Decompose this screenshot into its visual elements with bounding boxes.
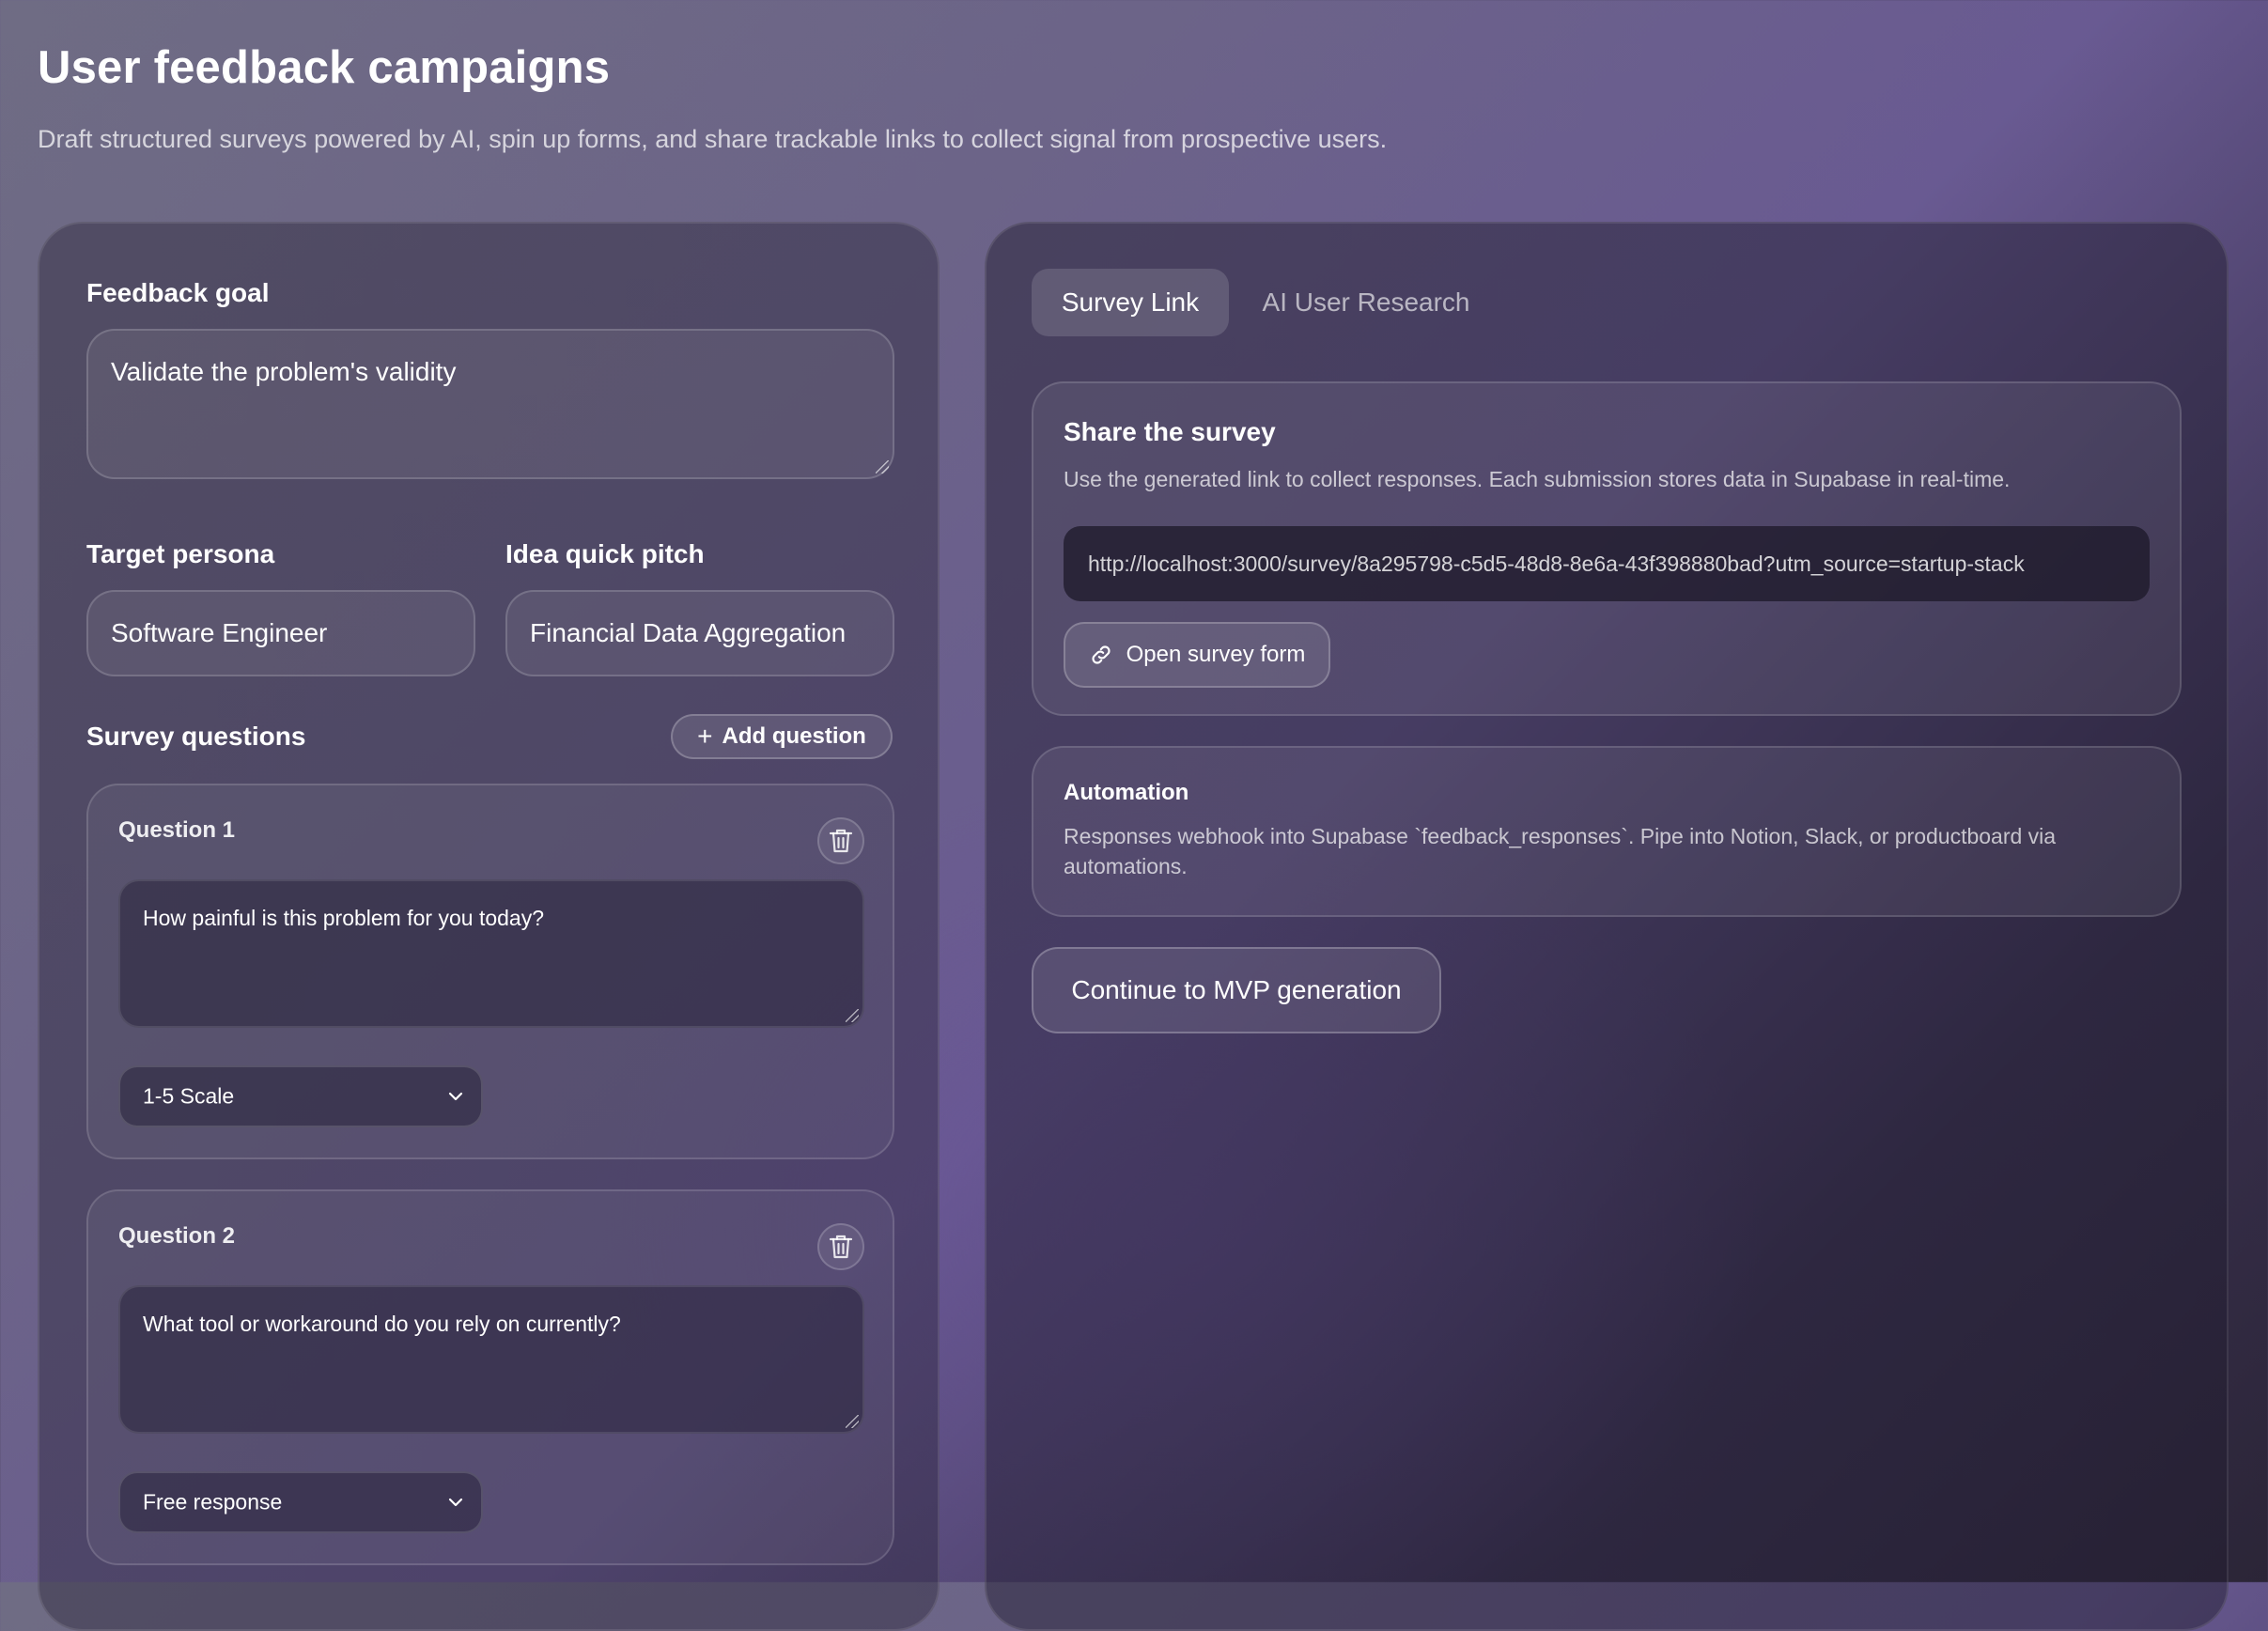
share-survey-title: Share the survey [1064, 417, 1276, 446]
automation-card: Automation Responses webhook into Supaba… [1032, 746, 2182, 917]
resize-handle-icon[interactable] [846, 1415, 859, 1428]
automation-description: Responses webhook into Supabase `feedbac… [1064, 824, 2057, 878]
target-persona-label: Target persona [86, 539, 275, 568]
resize-handle-icon[interactable] [876, 460, 889, 474]
distribution-panel: Survey Link AI User Research Share the s… [985, 222, 2229, 1631]
question-type-value: Free response [143, 1489, 283, 1514]
add-question-label: Add question [722, 723, 866, 749]
page-title: User feedback campaigns [38, 42, 611, 93]
automation-title: Automation [1064, 780, 1189, 805]
question-label: Question 1 [118, 817, 236, 843]
question-card: Question 1 How painful is this problem f… [86, 784, 894, 1159]
target-persona-input[interactable]: Software Engineer [86, 590, 475, 676]
link-icon [1092, 645, 1111, 664]
idea-pitch-value: Financial Data Aggregation [530, 618, 847, 647]
survey-builder-panel: Feedback goal Validate the problem's val… [38, 222, 940, 1631]
share-survey-card: Share the survey Use the generated link … [1032, 381, 2182, 716]
resize-handle-icon[interactable] [846, 1009, 859, 1022]
question-text-input[interactable]: How painful is this problem for you toda… [118, 879, 864, 1028]
page-subtitle: Draft structured surveys powered by AI, … [38, 125, 1388, 153]
delete-question-button[interactable] [817, 1223, 864, 1270]
tab-survey-link[interactable]: Survey Link [1032, 269, 1229, 336]
tab-ai-user-research[interactable]: AI User Research [1246, 269, 1486, 336]
survey-url-field[interactable]: http://localhost:3000/survey/8a295798-c5… [1064, 526, 2150, 601]
delete-question-button[interactable] [817, 817, 864, 864]
feedback-goal-label: Feedback goal [86, 278, 270, 307]
add-question-button[interactable]: + Add question [671, 714, 893, 759]
open-survey-form-label: Open survey form [1126, 642, 1306, 667]
question-label: Question 2 [118, 1223, 236, 1249]
question-text: What tool or workaround do you rely on c… [143, 1312, 621, 1336]
feedback-goal-value: Validate the problem's validity [111, 357, 457, 386]
chevron-down-icon [448, 1498, 463, 1507]
continue-to-mvp-button[interactable]: Continue to MVP generation [1032, 947, 1441, 1033]
question-type-select[interactable]: 1-5 Scale [118, 1065, 483, 1127]
survey-url: http://localhost:3000/survey/8a295798-c5… [1088, 551, 2025, 576]
open-survey-form-button[interactable]: Open survey form [1064, 622, 1330, 688]
question-type-value: 1-5 Scale [143, 1083, 235, 1109]
idea-pitch-label: Idea quick pitch [505, 539, 705, 568]
question-type-select[interactable]: Free response [118, 1471, 483, 1533]
target-persona-value: Software Engineer [111, 618, 328, 647]
question-text: How painful is this problem for you toda… [143, 906, 544, 930]
question-card: Question 2 What tool or workaround do yo… [86, 1189, 894, 1565]
plus-icon: + [697, 722, 713, 751]
share-survey-description: Use the generated link to collect respon… [1064, 467, 2011, 491]
trash-icon [829, 1235, 853, 1259]
survey-questions-label: Survey questions [86, 722, 306, 751]
feedback-goal-textarea[interactable]: Validate the problem's validity [86, 329, 894, 479]
chevron-down-icon [448, 1092, 463, 1101]
question-text-input[interactable]: What tool or workaround do you rely on c… [118, 1285, 864, 1434]
idea-pitch-input[interactable]: Financial Data Aggregation [505, 590, 894, 676]
trash-icon [829, 829, 853, 853]
